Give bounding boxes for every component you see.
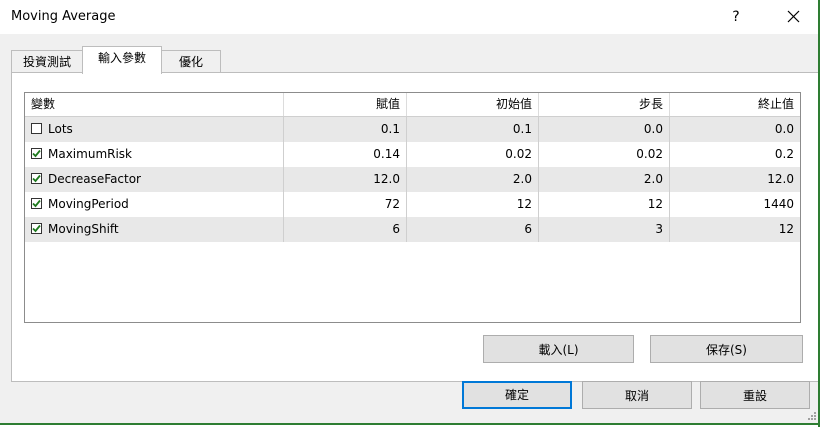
moving-average-dialog: Moving Average ? 投資測試 輸入參數 優化 變數 賦值 初始值 … xyxy=(0,0,819,423)
parameter-grid: 變數 賦值 初始值 步長 終止值 Lots 0.1 0.1 0.0 0.0 Ma… xyxy=(24,92,801,323)
ok-button[interactable]: 確定 xyxy=(462,381,572,409)
cancel-button[interactable]: 取消 xyxy=(582,381,692,409)
row-checkbox[interactable] xyxy=(31,148,42,159)
variable-cell: DecreaseFactor xyxy=(25,167,284,192)
stop-cell[interactable]: 0.2 xyxy=(670,142,800,167)
start-cell[interactable]: 0.1 xyxy=(407,117,539,142)
close-button[interactable] xyxy=(780,4,808,30)
table-row[interactable]: MovingShift 6 6 3 12 xyxy=(25,217,800,242)
row-checkbox[interactable] xyxy=(31,198,42,209)
value-cell[interactable]: 72 xyxy=(284,192,407,217)
checkmark-icon xyxy=(32,149,41,158)
table-row[interactable]: MaximumRisk 0.14 0.02 0.02 0.2 xyxy=(25,142,800,167)
value-cell[interactable]: 0.14 xyxy=(284,142,407,167)
variable-name: DecreaseFactor xyxy=(48,172,141,186)
step-cell[interactable]: 3 xyxy=(539,217,670,242)
row-checkbox[interactable] xyxy=(31,123,42,134)
start-cell[interactable]: 6 xyxy=(407,217,539,242)
value-cell[interactable]: 0.1 xyxy=(284,117,407,142)
step-cell[interactable]: 12 xyxy=(539,192,670,217)
variable-name: MovingPeriod xyxy=(48,197,129,211)
title-bar: Moving Average ? xyxy=(0,0,818,34)
tab-testing[interactable]: 投資測試 xyxy=(11,50,83,73)
window-border-right xyxy=(818,0,820,427)
variable-name: MovingShift xyxy=(48,222,119,236)
variable-name: Lots xyxy=(48,122,73,136)
grid-header: 變數 賦值 初始值 步長 終止值 xyxy=(25,93,800,117)
reset-button[interactable]: 重設 xyxy=(700,381,810,409)
variable-name: MaximumRisk xyxy=(48,147,132,161)
stop-cell[interactable]: 12.0 xyxy=(670,167,800,192)
checkmark-icon xyxy=(32,174,41,183)
table-row[interactable]: Lots 0.1 0.1 0.0 0.0 xyxy=(25,117,800,142)
resize-grip-icon[interactable] xyxy=(807,411,817,421)
start-cell[interactable]: 12 xyxy=(407,192,539,217)
inputs-panel: 變數 賦值 初始值 步長 終止值 Lots 0.1 0.1 0.0 0.0 Ma… xyxy=(11,72,819,382)
help-button[interactable]: ? xyxy=(722,4,750,30)
start-cell[interactable]: 0.02 xyxy=(407,142,539,167)
stop-cell[interactable]: 0.0 xyxy=(670,117,800,142)
save-button[interactable]: 保存(S) xyxy=(650,335,803,363)
column-header-stop[interactable]: 終止值 xyxy=(670,93,800,116)
variable-cell: MaximumRisk xyxy=(25,142,284,167)
step-cell[interactable]: 0.02 xyxy=(539,142,670,167)
column-header-step[interactable]: 步長 xyxy=(539,93,670,116)
value-cell[interactable]: 12.0 xyxy=(284,167,407,192)
variable-cell: MovingPeriod xyxy=(25,192,284,217)
step-cell[interactable]: 2.0 xyxy=(539,167,670,192)
table-row[interactable]: MovingPeriod 72 12 12 1440 xyxy=(25,192,800,217)
checkmark-icon xyxy=(32,199,41,208)
table-row[interactable]: DecreaseFactor 12.0 2.0 2.0 12.0 xyxy=(25,167,800,192)
checkmark-icon xyxy=(32,224,41,233)
window-title: Moving Average xyxy=(11,9,116,24)
close-icon xyxy=(787,10,800,23)
stop-cell[interactable]: 1440 xyxy=(670,192,800,217)
value-cell[interactable]: 6 xyxy=(284,217,407,242)
variable-cell: MovingShift xyxy=(25,217,284,242)
column-header-variable[interactable]: 變數 xyxy=(25,93,284,116)
start-cell[interactable]: 2.0 xyxy=(407,167,539,192)
row-checkbox[interactable] xyxy=(31,173,42,184)
variable-cell: Lots xyxy=(25,117,284,142)
row-checkbox[interactable] xyxy=(31,223,42,234)
tab-optimization[interactable]: 優化 xyxy=(161,50,221,73)
load-button[interactable]: 載入(L) xyxy=(483,335,634,363)
tab-inputs[interactable]: 輸入參數 xyxy=(82,46,162,74)
step-cell[interactable]: 0.0 xyxy=(539,117,670,142)
window-border-bottom xyxy=(0,423,818,425)
column-header-value[interactable]: 賦值 xyxy=(284,93,407,116)
stop-cell[interactable]: 12 xyxy=(670,217,800,242)
column-header-start[interactable]: 初始值 xyxy=(407,93,539,116)
